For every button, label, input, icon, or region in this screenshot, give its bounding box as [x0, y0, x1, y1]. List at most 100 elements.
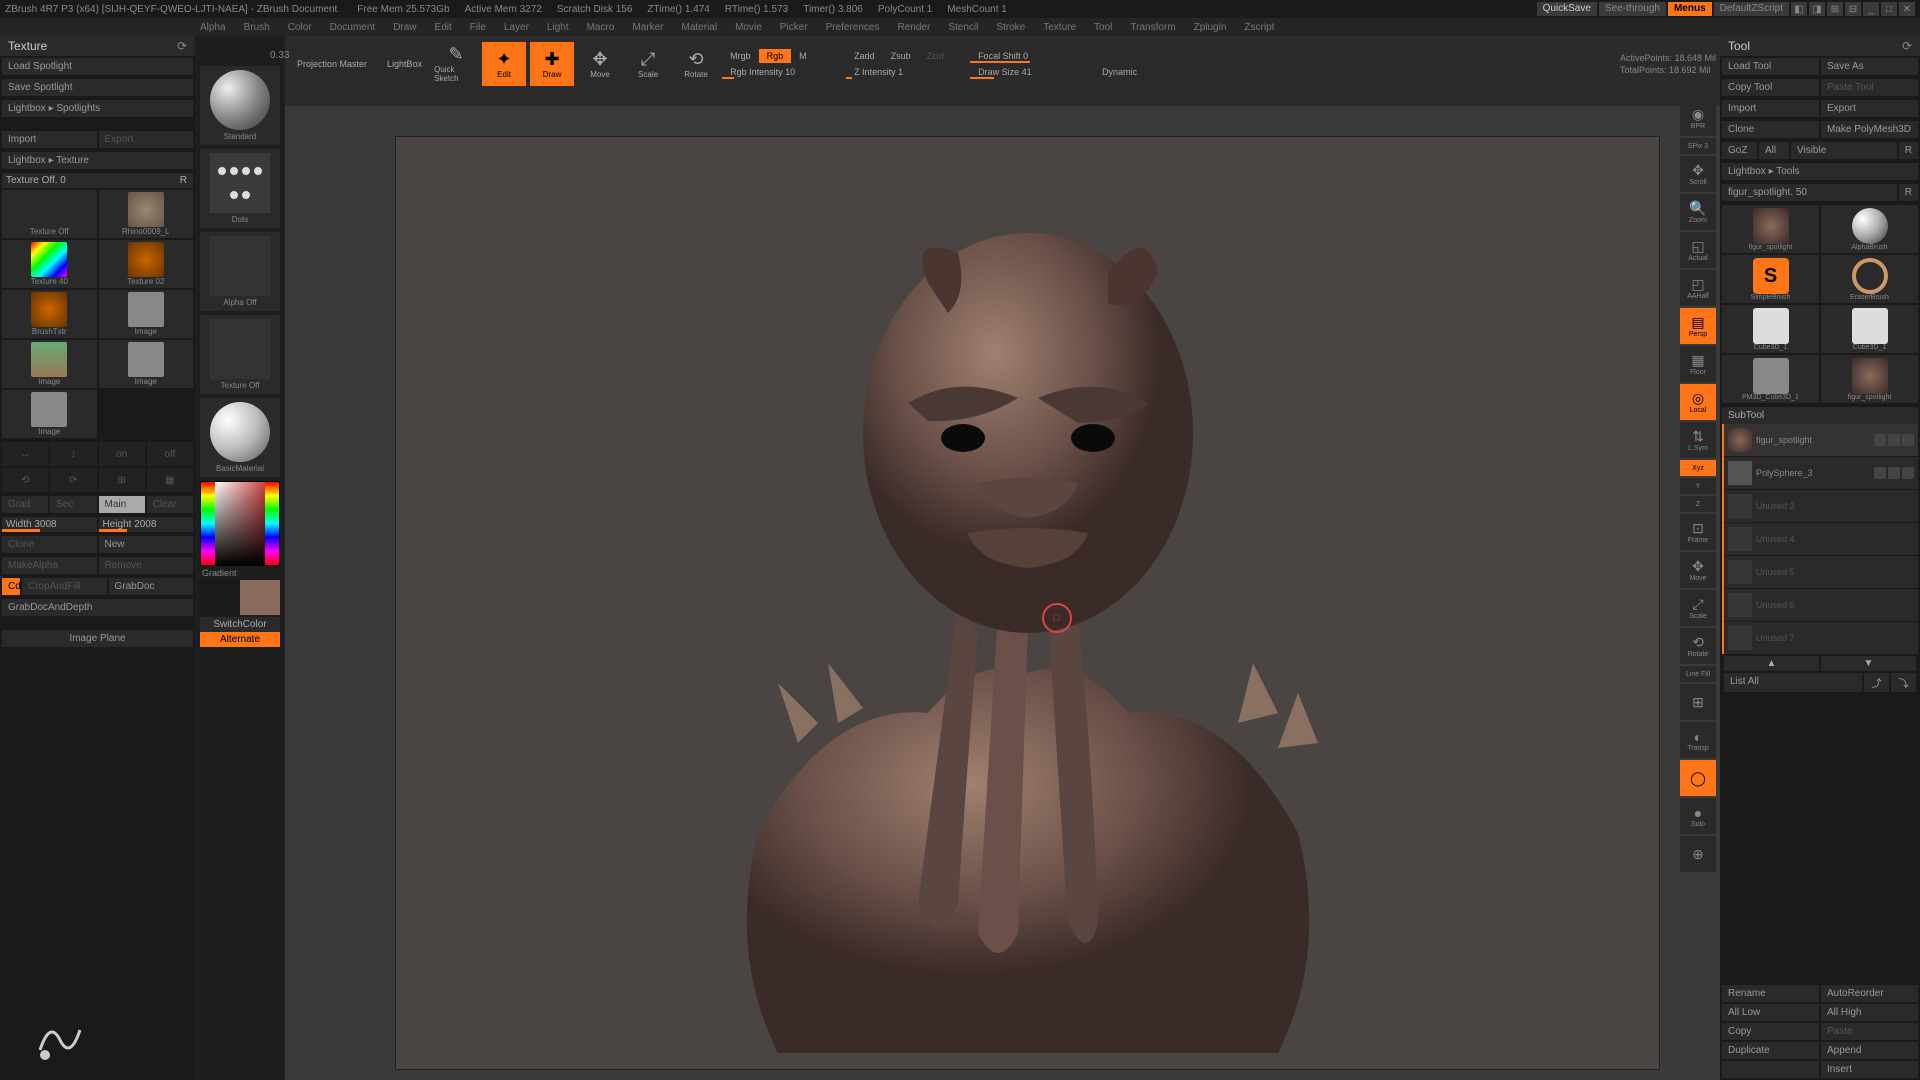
menu-preferences[interactable]: Preferences	[826, 22, 880, 33]
paint-icon[interactable]	[1888, 467, 1900, 479]
refresh-icon[interactable]: ⟳	[1902, 39, 1912, 53]
subtool-item[interactable]: figur_spotlight	[1724, 424, 1918, 456]
menu-file[interactable]: File	[470, 22, 486, 33]
grabdoc-button[interactable]: GrabDoc	[109, 578, 194, 595]
z-intensity-slider[interactable]: Z Intensity 1	[846, 65, 966, 79]
subtool-item[interactable]: Unused 3	[1724, 490, 1918, 522]
menu-edit[interactable]: Edit	[435, 22, 452, 33]
subtool-item[interactable]: Unused 4	[1724, 523, 1918, 555]
rgb-intensity-slider[interactable]: Rgb Intensity 10	[722, 65, 842, 79]
window-icon[interactable]: ⊞	[1827, 2, 1843, 16]
clear-button[interactable]: Clear	[147, 496, 193, 513]
projection-master-button[interactable]: Projection Master	[289, 42, 375, 86]
load-tool-button[interactable]: Load Tool	[1722, 58, 1819, 75]
xpose-button[interactable]: ⊕	[1680, 836, 1716, 872]
menu-tool[interactable]: Tool	[1094, 22, 1112, 33]
copy-button[interactable]: Copy	[1722, 1023, 1819, 1040]
menu-draw[interactable]: Draw	[393, 22, 416, 33]
minimize-icon[interactable]: _	[1863, 2, 1879, 16]
paint-icon[interactable]	[1888, 434, 1900, 446]
eye-icon[interactable]	[1902, 467, 1914, 479]
move-up-icon[interactable]: ▲	[1724, 656, 1819, 671]
swatch-secondary[interactable]	[200, 580, 240, 615]
y-button[interactable]: Y	[1680, 478, 1716, 494]
zadd-button[interactable]: Zadd	[846, 49, 883, 63]
all-button[interactable]: All	[1759, 142, 1789, 159]
menu-material[interactable]: Material	[682, 22, 718, 33]
rotate-button[interactable]: ⟲Rotate	[674, 42, 718, 86]
menus-button[interactable]: Menus	[1668, 2, 1712, 16]
quicksave-button[interactable]: QuickSave	[1537, 2, 1597, 16]
menu-zscript[interactable]: Zscript	[1244, 22, 1274, 33]
lsym-button[interactable]: ⇅L.Sym	[1680, 422, 1716, 458]
persp-button[interactable]: ▤Persp	[1680, 308, 1716, 344]
rotate-icon[interactable]: ⟳	[50, 468, 96, 492]
menu-movie[interactable]: Movie	[735, 22, 762, 33]
append-button[interactable]: Append	[1821, 1042, 1918, 1059]
makealpha-button[interactable]: MakeAlpha	[2, 557, 97, 574]
lightbox-button[interactable]: LightBox	[379, 42, 430, 86]
paste-button[interactable]: Paste	[1821, 1023, 1918, 1040]
make-polymesh-button[interactable]: Make PolyMesh3D	[1821, 121, 1918, 138]
window-icon[interactable]: ◧	[1791, 2, 1807, 16]
scale-button[interactable]: ⤢Scale	[626, 42, 670, 86]
xyz-button[interactable]: Xyz	[1680, 460, 1716, 476]
bpr-button[interactable]: ◉BPR	[1680, 100, 1716, 136]
height-slider[interactable]: Height 2008	[99, 517, 194, 532]
tool-thumb-simplebrush[interactable]: SSimpleBrush	[1722, 255, 1819, 303]
texture-thumb-image[interactable]: Image	[2, 340, 97, 388]
maximize-icon[interactable]: □	[1881, 2, 1897, 16]
visibility-icon[interactable]	[1874, 434, 1886, 446]
subtool-item[interactable]: Unused 7	[1724, 622, 1918, 654]
toggle-off[interactable]: off	[147, 442, 193, 466]
imageplane-button[interactable]: Image Plane	[2, 630, 193, 647]
down-all-icon[interactable]: ⤵	[1891, 673, 1916, 692]
main-button[interactable]: Main	[99, 496, 145, 513]
subtool-item[interactable]: Unused 6	[1724, 589, 1918, 621]
copy-tool-button[interactable]: Copy Tool	[1722, 79, 1819, 96]
menu-light[interactable]: Light	[547, 22, 569, 33]
menu-texture[interactable]: Texture	[1043, 22, 1076, 33]
tool-thumb-figur[interactable]: figur_spotlight	[1821, 355, 1918, 403]
menu-macro[interactable]: Macro	[587, 22, 615, 33]
texture-thumb-rhino[interactable]: Rhino0009_L	[99, 190, 194, 238]
insert-button[interactable]: Insert	[1821, 1061, 1918, 1078]
tool-thumb-eraserbrush[interactable]: EraserBrush	[1821, 255, 1918, 303]
texture-thumb-image[interactable]: Image	[99, 340, 194, 388]
all-high-button[interactable]: All High	[1821, 1004, 1918, 1021]
refresh-icon[interactable]: ⟳	[177, 39, 187, 53]
toggle-on[interactable]: on	[99, 442, 145, 466]
grid-button[interactable]: ⊞	[1680, 684, 1716, 720]
subtool-header[interactable]: SubTool	[1722, 407, 1918, 424]
spix-slider[interactable]: SPix 3	[1680, 138, 1716, 154]
subtool-item[interactable]: PolySphere_3	[1724, 457, 1918, 489]
tool-thumb-pm3d[interactable]: PM3D_Cube3D_1	[1722, 355, 1819, 403]
import-button[interactable]: Import	[2, 131, 97, 148]
transp-button[interactable]: ◐Transp	[1680, 722, 1716, 758]
duplicate-button[interactable]: Duplicate	[1722, 1042, 1819, 1059]
menu-marker[interactable]: Marker	[632, 22, 663, 33]
floor-button[interactable]: ▦Floor	[1680, 346, 1716, 382]
zsub-button[interactable]: Zsub	[883, 49, 919, 63]
dynamic-button[interactable]: Dynamic	[1094, 65, 1145, 79]
tool-thumb-cube3d[interactable]: Cube3D_1	[1821, 305, 1918, 353]
rotate-icon[interactable]: ⟲	[2, 468, 48, 492]
r-button[interactable]: R	[1899, 184, 1918, 201]
menu-stroke[interactable]: Stroke	[996, 22, 1025, 33]
menu-document[interactable]: Document	[330, 22, 376, 33]
cd-button[interactable]: Cd	[2, 578, 20, 595]
window-icon[interactable]: ⊟	[1845, 2, 1861, 16]
texture-thumb-off[interactable]: Texture Off	[2, 190, 97, 238]
flip-h-icon[interactable]: ↔	[2, 442, 48, 466]
ghost-button[interactable]: ◯	[1680, 760, 1716, 796]
brush-slot[interactable]: Standard	[200, 66, 280, 145]
width-slider[interactable]: Width 3008	[2, 517, 97, 532]
rename-button[interactable]: Rename	[1722, 985, 1819, 1002]
scroll-button[interactable]: ✥Scroll	[1680, 156, 1716, 192]
import-button[interactable]: Import	[1722, 100, 1819, 117]
mrgb-button[interactable]: Mrgb	[722, 49, 759, 63]
export-button[interactable]: Export	[1821, 100, 1918, 117]
move-nav-button[interactable]: ✥Move	[1680, 552, 1716, 588]
load-spotlight-button[interactable]: Load Spotlight	[2, 58, 193, 75]
eye-icon[interactable]	[1902, 434, 1914, 446]
